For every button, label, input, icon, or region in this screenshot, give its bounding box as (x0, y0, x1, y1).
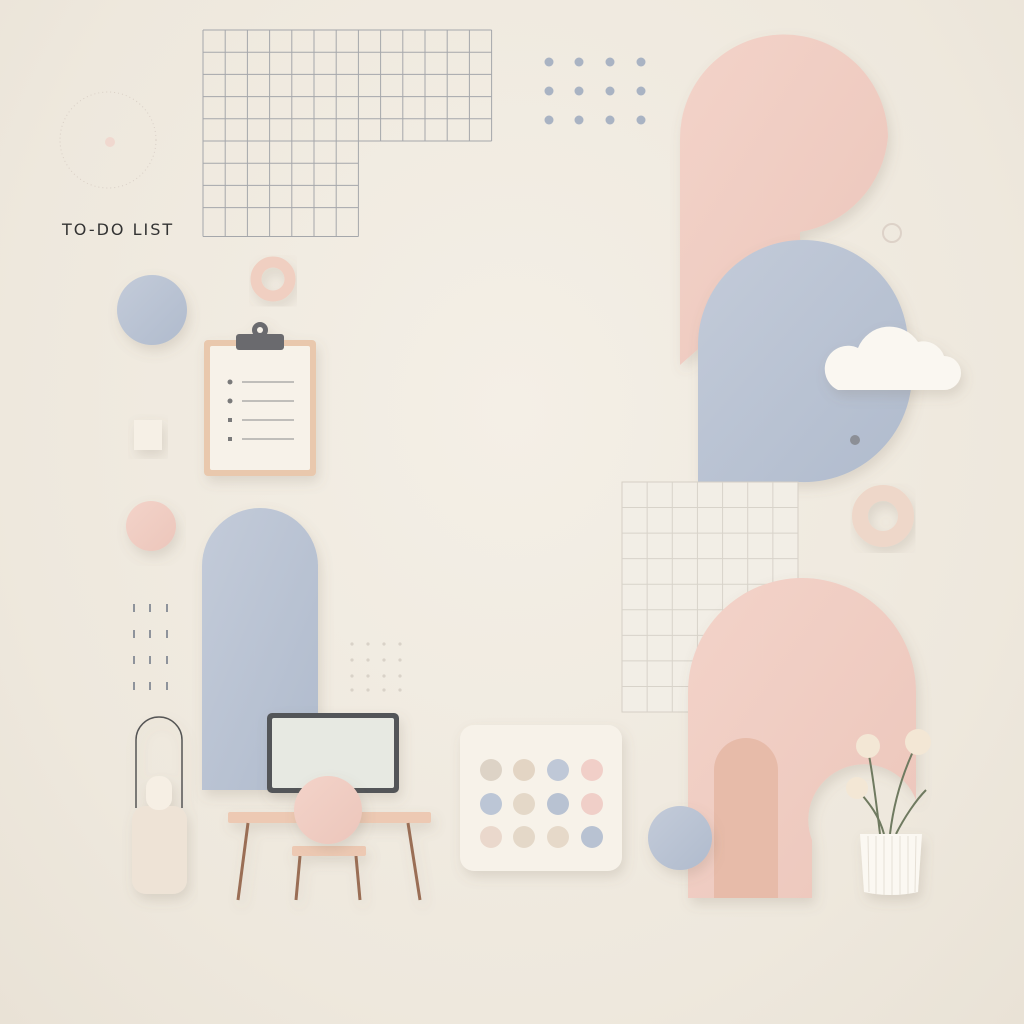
blue-sphere-bottom (648, 806, 712, 870)
dot-grid-top (544, 57, 646, 125)
blue-sphere (117, 275, 187, 345)
page-title: TO-DO LIST (62, 220, 175, 239)
dot-calendar-icon (460, 725, 622, 871)
dash-grid-left (133, 604, 168, 690)
dot (105, 137, 115, 147)
grid-pattern-top (202, 29, 493, 237)
donut-right (852, 485, 914, 547)
scene: TO-DO LIST (0, 0, 1024, 1024)
illustration (59, 29, 961, 901)
clipboard-icon (204, 322, 316, 476)
lamp-icon (132, 716, 187, 894)
chair-back (294, 776, 362, 844)
faint-dot-grid (350, 642, 402, 692)
small-square (134, 420, 162, 450)
small-ring-right (882, 223, 902, 243)
ring-small (250, 256, 296, 302)
pink-sphere (126, 501, 176, 551)
small-dot (850, 435, 860, 445)
